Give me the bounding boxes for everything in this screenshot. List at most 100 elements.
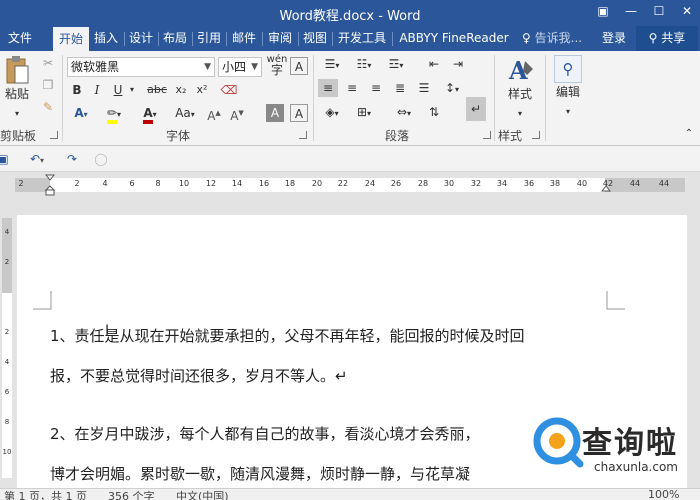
shrink-font-icon: A▼ <box>230 109 244 123</box>
document-line-1[interactable]: 1、责任是从现在开始就要承担的，父母不再年轻，能回报的时候及时回 <box>50 325 525 346</box>
chevron-down-icon[interactable]: ▾ <box>127 81 137 99</box>
ribbon-display-options-button[interactable]: ▣ <box>592 2 614 20</box>
tab-references[interactable]: 引用 <box>193 26 225 51</box>
clear-formatting-button[interactable]: ⌫ <box>220 81 238 99</box>
line-spacing-button[interactable]: ↕▾ <box>438 79 466 99</box>
editing-button[interactable]: ⚲ 编辑 ▾ <box>549 55 587 121</box>
tell-me-placeholder: 告诉我... <box>534 31 583 45</box>
character-border-button[interactable]: A <box>290 104 308 122</box>
tell-me-search[interactable]: ♀ 告诉我... <box>522 26 592 51</box>
align-left-button[interactable]: ≡ <box>318 79 338 97</box>
touch-mode-button[interactable]: ◯ <box>92 150 110 168</box>
watermark-logo: 查询啦 chaxunla.com <box>528 412 700 488</box>
encircle-glyph: 字 <box>270 63 283 77</box>
share-label: 共享 <box>661 31 686 45</box>
font-dialog-launcher[interactable] <box>299 131 307 139</box>
tab-layout[interactable]: 布局 <box>159 26 191 51</box>
right-indent-marker[interactable] <box>600 184 612 194</box>
tab-abbyy-finereader[interactable]: ABBYY FineReader <box>393 26 515 51</box>
change-case-button[interactable]: Aa▾ <box>170 104 200 124</box>
format-painter-button[interactable]: ✎ <box>38 98 58 116</box>
outdent-icon: ⇤ <box>428 57 440 71</box>
phonetic-guide-button[interactable]: wén 字 <box>266 54 288 76</box>
tab-review[interactable]: 审阅 <box>263 26 297 51</box>
word-count[interactable]: 356 个字 <box>108 489 155 500</box>
chevron-down-icon: ▾ <box>455 85 460 94</box>
close-button[interactable]: ✕ <box>676 2 698 20</box>
increase-indent-button[interactable]: ⇥ <box>448 55 468 73</box>
superscript-button[interactable]: x² <box>193 81 211 99</box>
share-button[interactable]: ⚲ 共享 <box>636 26 698 51</box>
collapse-ribbon-button[interactable]: ⌃ <box>682 125 696 143</box>
multilevel-list-button[interactable]: ☲▾ <box>382 55 410 75</box>
tab-mailings[interactable]: 邮件 <box>227 26 261 51</box>
character-shading-button[interactable]: A <box>266 104 284 122</box>
bold-button[interactable]: B <box>69 81 85 99</box>
grow-font-button[interactable]: A▲ <box>204 104 224 125</box>
bullets-button[interactable]: ☰▾ <box>318 55 346 75</box>
show-formatting-marks-button[interactable]: ↵ <box>466 97 486 121</box>
vertical-ruler-tick: 4 <box>4 358 10 366</box>
editing-button-label: 编辑 <box>555 85 580 99</box>
sort-button[interactable]: ⇅ <box>424 103 444 121</box>
tab-developer[interactable]: 开发工具 <box>333 26 391 51</box>
font-size-dropdown[interactable]: 小四 ▼ <box>218 57 262 77</box>
align-right-button[interactable]: ≡ <box>366 79 386 97</box>
paste-button[interactable]: 粘贴 ▾ <box>2 55 32 118</box>
cut-button[interactable]: ✂ <box>38 54 58 72</box>
tab-home[interactable]: 开始 <box>53 27 89 51</box>
styles-dialog-launcher[interactable] <box>532 131 540 139</box>
save-button[interactable]: ▣ <box>0 150 10 168</box>
text-effects-button[interactable]: A▾ <box>69 104 93 124</box>
ruler-tick: 4 <box>102 179 108 188</box>
horizontal-ruler[interactable]: 2 2 4 6 8 10 12 14 16 18 20 22 24 26 28 … <box>0 172 700 198</box>
zoom-level[interactable]: 100% <box>648 489 679 500</box>
bullet-list-icon: ☰ <box>324 57 336 71</box>
strikethrough-button[interactable]: abc <box>145 81 169 99</box>
underline-button[interactable]: U <box>110 81 126 99</box>
page-count[interactable]: 第 1 页，共 1 页 <box>4 489 87 500</box>
font-name-dropdown[interactable]: 微软雅黑 ▼ <box>67 57 215 77</box>
indent-markers[interactable] <box>44 174 56 196</box>
italic-button[interactable]: I <box>89 81 105 99</box>
status-bar: 第 1 页，共 1 页 356 个字 中文(中国) 100% <box>0 488 700 500</box>
text-highlight-color-button[interactable]: ✏▾ <box>100 104 128 124</box>
align-center-button[interactable]: ≡ <box>342 79 362 97</box>
text-cursor-icon: I <box>105 323 110 339</box>
borders-button[interactable]: ⊞▾ <box>350 103 378 123</box>
styles-gallery-button[interactable]: A 样式 ▾ <box>500 55 540 121</box>
font-color-icon: A <box>143 106 153 124</box>
distributed-button[interactable]: ☰ <box>414 79 434 97</box>
maximize-button[interactable]: ☐ <box>648 2 670 20</box>
sign-in-link[interactable]: 登录 <box>596 26 632 51</box>
paragraph-dialog-launcher[interactable] <box>483 131 491 139</box>
justify-button[interactable]: ≣ <box>390 79 410 97</box>
ruler-tick: 20 <box>311 179 323 188</box>
clipboard-dialog-launcher[interactable] <box>50 131 58 139</box>
document-line-3[interactable]: 2、在岁月中跋涉，每个人都有自己的故事，看淡心境才会秀丽， <box>50 423 480 444</box>
tab-insert[interactable]: 插入 <box>89 26 123 51</box>
chevron-down-icon: ▾ <box>83 110 88 119</box>
tab-file[interactable]: 文件 <box>2 26 38 51</box>
decrease-indent-button[interactable]: ⇤ <box>424 55 444 73</box>
tab-view[interactable]: 视图 <box>299 26 331 51</box>
enclose-characters-button[interactable]: A <box>290 57 308 75</box>
grow-font-icon: A▲ <box>207 109 221 123</box>
numbering-button[interactable]: ☷▾ <box>350 55 378 75</box>
tab-design[interactable]: 设计 <box>125 26 157 51</box>
minimize-button[interactable]: — <box>620 2 642 20</box>
chinese-layout-button[interactable]: ⇔▾ <box>390 103 418 123</box>
document-line-2[interactable]: 报，不要总觉得时间还很多，岁月不等人。↵ <box>50 365 348 386</box>
redo-button[interactable]: ↷ <box>62 150 82 168</box>
language-indicator[interactable]: 中文(中国) <box>176 489 229 500</box>
subscript-button[interactable]: x₂ <box>172 81 190 99</box>
shrink-font-button[interactable]: A▼ <box>228 104 246 125</box>
font-color-button[interactable]: A▾ <box>136 104 164 124</box>
copy-button[interactable]: ❐ <box>38 76 58 94</box>
shading-button[interactable]: ◈▾ <box>318 103 346 123</box>
eraser-icon: ⌫ <box>220 83 238 97</box>
vertical-ruler[interactable]: 4 2 2 4 6 8 10 <box>0 198 14 486</box>
ruler-tick: 24 <box>364 179 376 188</box>
undo-button[interactable]: ↶▾ <box>24 150 50 170</box>
document-line-4[interactable]: 博才会明媚。累时歇一歇，随清风漫舞，烦时静一静，与花草凝 <box>50 463 470 484</box>
